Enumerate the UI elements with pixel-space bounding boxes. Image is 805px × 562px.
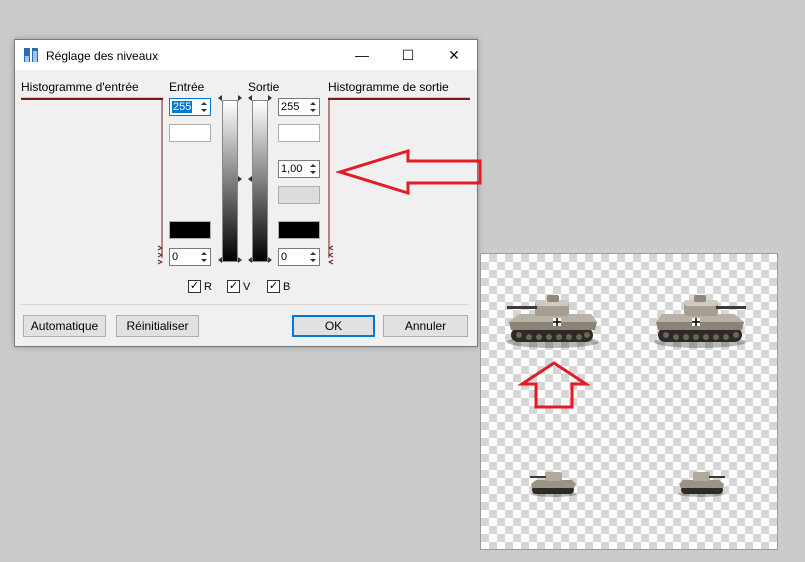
maximize-button[interactable]: ☐ (385, 40, 431, 70)
close-button[interactable]: ✕ (431, 40, 477, 70)
output-header: Sortie (248, 80, 280, 94)
output-high-spinner[interactable]: 255 (278, 98, 320, 116)
spinner-arrows-icon[interactable] (199, 100, 209, 114)
check-icon[interactable]: ✓ (227, 280, 240, 293)
dialog-title: Réglage des niveaux (46, 49, 159, 63)
channel-red-label: R (204, 281, 212, 293)
check-icon[interactable]: ✓ (267, 280, 280, 293)
cancel-button[interactable]: Annuler (383, 315, 468, 337)
levels-app-icon (24, 48, 38, 62)
input-low-color-swatch[interactable] (169, 221, 211, 239)
annotation-arrow-up (518, 361, 590, 409)
input-low-spinner[interactable]: 0 (169, 248, 211, 266)
input-low-value: 0 (172, 251, 179, 263)
output-high-value: 255 (281, 101, 300, 113)
tank-large-sprite (507, 295, 599, 348)
channel-blue-label: B (283, 281, 291, 293)
spinner-arrows-icon[interactable] (199, 250, 209, 264)
input-histogram-header: Histogramme d'entrée (21, 80, 139, 94)
output-low-spinner[interactable]: 0 (278, 248, 320, 266)
output-histogram-header: Histogramme de sortie (328, 80, 449, 94)
spinner-arrows-icon[interactable] (308, 100, 318, 114)
input-header: Entrée (169, 80, 205, 94)
tank-large-sprite (654, 295, 746, 348)
reset-button[interactable]: Réinitialiser (116, 315, 199, 337)
annotation-arrow-left (336, 148, 482, 196)
input-high-value: 255 (172, 101, 193, 113)
input-histogram (21, 98, 163, 265)
title-bar[interactable]: Réglage des niveaux — ☐ ✕ (15, 40, 477, 70)
output-low-color-swatch[interactable] (278, 221, 320, 239)
output-high-color-swatch[interactable] (278, 124, 320, 142)
output-gamma-color-swatch[interactable] (278, 186, 320, 204)
divider (21, 304, 469, 305)
tank-small-sprite (678, 472, 725, 497)
output-gamma-spinner[interactable]: 1,00 (278, 160, 320, 178)
output-gamma-value: 1,00 (281, 163, 303, 175)
output-low-value: 0 (281, 251, 288, 263)
auto-button[interactable]: Automatique (23, 315, 106, 337)
slider-handles[interactable] (215, 95, 285, 267)
ok-button[interactable]: OK (292, 315, 375, 337)
check-icon[interactable]: ✓ (188, 280, 201, 293)
minimize-button[interactable]: — (339, 40, 385, 70)
channel-green-label: V (243, 281, 251, 293)
spinner-arrows-icon[interactable] (308, 162, 318, 176)
input-high-color-swatch[interactable] (169, 124, 211, 142)
input-high-spinner[interactable]: 255 (169, 98, 211, 116)
tank-small-sprite (530, 472, 577, 497)
spinner-arrows-icon[interactable] (308, 250, 318, 264)
